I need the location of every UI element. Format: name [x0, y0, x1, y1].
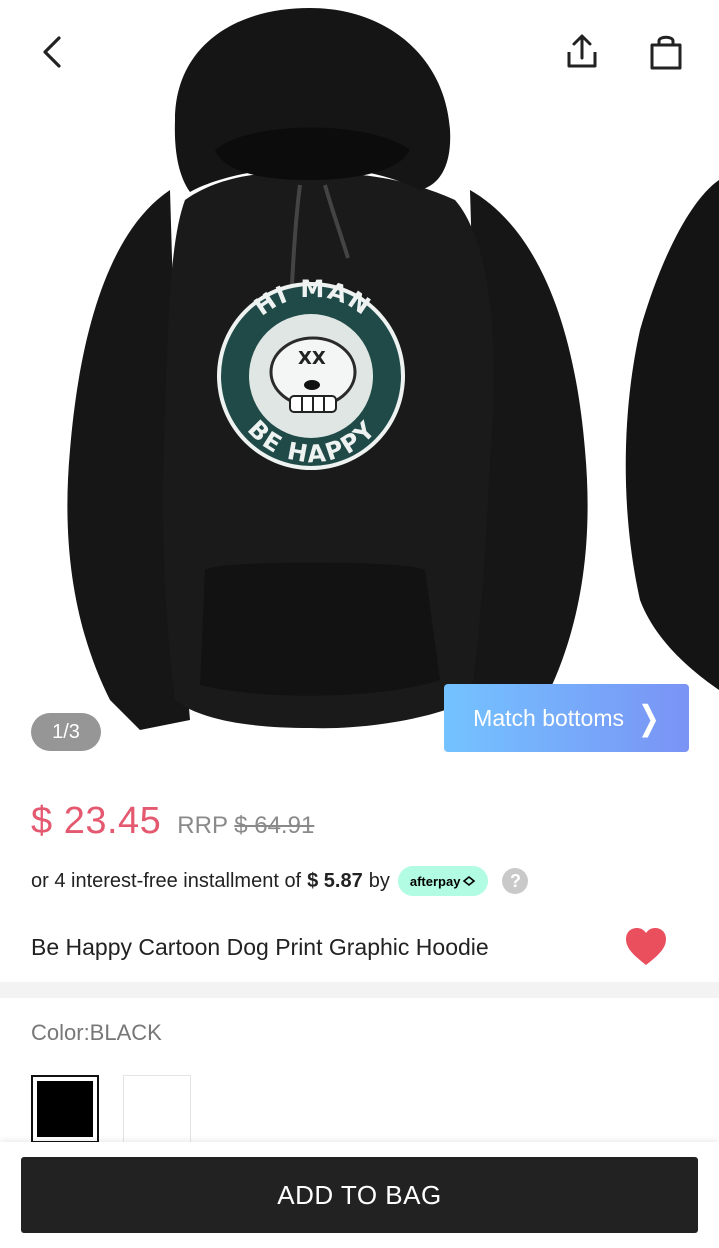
price-row: $ 23.45 RRP $ 64.91 — [31, 800, 314, 843]
color-label: Color:BLACK — [31, 1020, 162, 1045]
installment-info: or 4 interest-free installment of $ 5.87… — [31, 866, 529, 896]
rrp-label: RRP — [177, 812, 228, 839]
match-bottoms-label: Match bottoms — [473, 704, 625, 731]
rrp-value: $ 64.91 — [234, 812, 315, 839]
add-to-bag-button[interactable]: ADD TO BAG — [21, 1157, 698, 1233]
product-title: Be Happy Cartoon Dog Print Graphic Hoodi… — [31, 933, 489, 960]
section-divider — [0, 982, 719, 998]
bottom-action-bar: ADD TO BAG — [0, 1142, 719, 1248]
chevron-right-icon: ❯ — [638, 698, 660, 738]
installment-amount: $ 5.87 — [307, 869, 363, 892]
afterpay-arrows-icon — [463, 875, 476, 887]
match-bottoms-button[interactable]: Match bottoms ❯ — [444, 684, 689, 752]
color-swatch-white[interactable] — [123, 1075, 191, 1143]
product-image: XX HI MAN BE HAPPY — [67, 8, 719, 740]
afterpay-label: afterpay — [409, 873, 461, 889]
chevron-left-icon[interactable] — [28, 28, 76, 76]
question-icon[interactable]: ? — [502, 868, 529, 894]
rrp-price: RRP $ 64.91 — [177, 812, 314, 840]
installment-prefix: or 4 interest-free installment of — [31, 869, 302, 892]
image-counter-badge: 1/3 — [31, 713, 101, 751]
afterpay-badge[interactable]: afterpay — [397, 866, 489, 896]
installment-suffix: by — [368, 869, 390, 892]
sale-price: $ 23.45 — [31, 800, 162, 842]
shopping-bag-icon[interactable] — [642, 28, 690, 76]
svg-text:XX: XX — [298, 348, 326, 369]
product-gallery[interactable]: XX HI MAN BE HAPPY 1/3 Match bottoms ❯ — [0, 0, 719, 775]
share-icon[interactable] — [558, 28, 606, 76]
heart-icon[interactable] — [623, 924, 669, 970]
color-swatch-black[interactable] — [31, 1075, 99, 1143]
product-title-row: Be Happy Cartoon Dog Print Graphic Hoodi… — [31, 924, 681, 970]
